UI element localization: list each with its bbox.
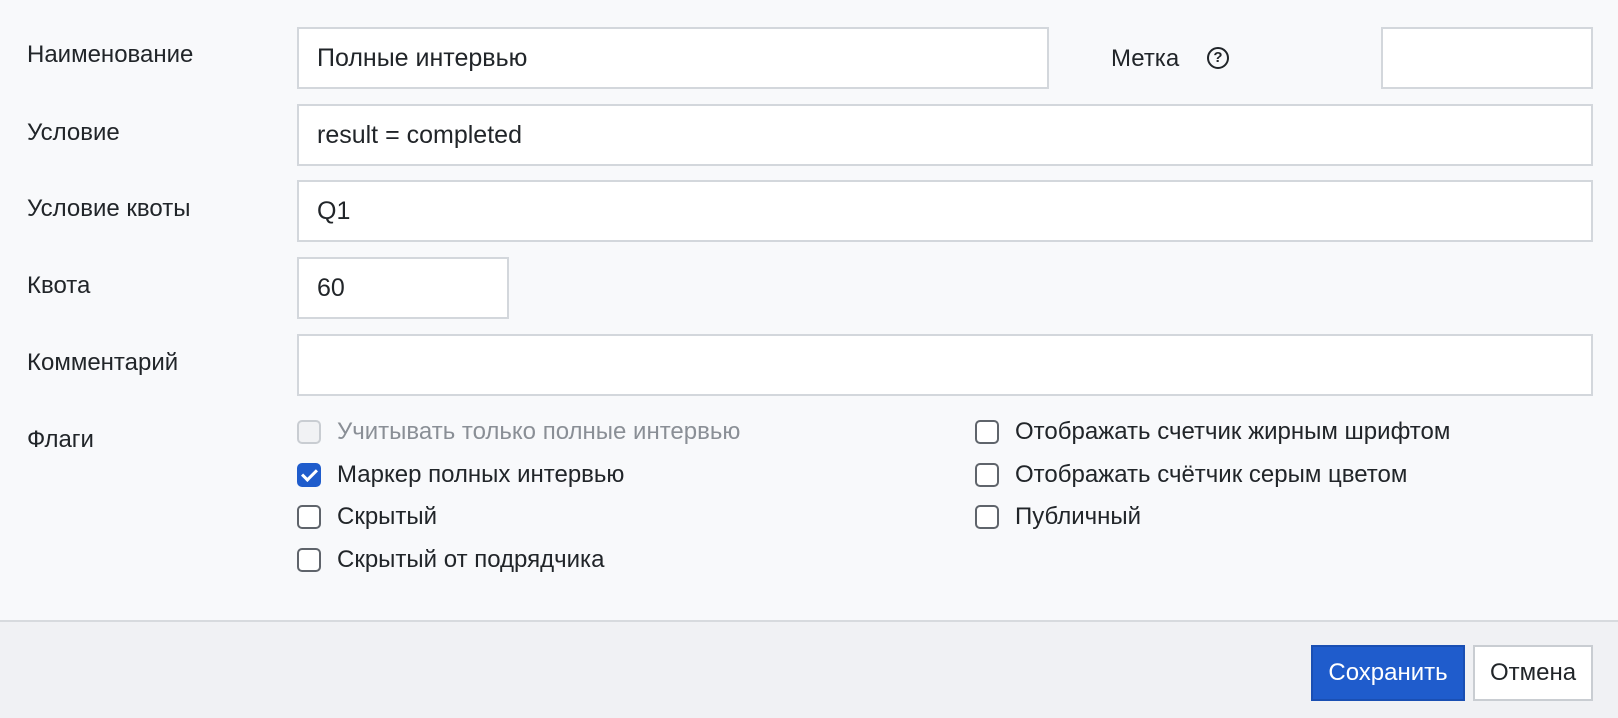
flag-hidden-from-contractor[interactable]: Скрытый от подрядчика <box>297 543 604 577</box>
flag-label[interactable]: Скрытый <box>337 502 437 532</box>
name-label: Наименование <box>27 41 194 68</box>
flag-count-complete-only: Учитывать только полные интервью <box>297 415 740 449</box>
flag-complete-marker[interactable]: Маркер полных интервью <box>297 458 624 492</box>
flag-checkbox[interactable] <box>975 420 999 444</box>
quota-form: Наименование Метка ? Условие Условие кво… <box>0 0 1618 620</box>
flag-checkbox[interactable] <box>297 548 321 572</box>
name-input[interactable] <box>297 27 1049 89</box>
condition-label: Условие <box>27 119 120 146</box>
flag-hidden[interactable]: Скрытый <box>297 500 437 534</box>
dialog-footer: Сохранить Отмена <box>0 620 1618 718</box>
flag-bold-counter[interactable]: Отображать счетчик жирным шрифтом <box>975 415 1450 449</box>
quota-condition-input[interactable] <box>297 180 1593 242</box>
flag-checkbox[interactable] <box>297 505 321 529</box>
flag-label[interactable]: Маркер полных интервью <box>337 460 624 490</box>
tag-input[interactable] <box>1381 27 1593 89</box>
quota-input[interactable] <box>297 257 509 319</box>
flags-label: Флаги <box>27 426 94 453</box>
flag-gray-counter[interactable]: Отображать счётчик серым цветом <box>975 458 1407 492</box>
flag-label: Учитывать только полные интервью <box>337 418 741 445</box>
question-circle-icon[interactable]: ? <box>1207 47 1229 69</box>
flag-label[interactable]: Публичный <box>1015 502 1141 532</box>
flag-checkbox <box>297 420 321 444</box>
flag-checkbox[interactable] <box>975 505 999 529</box>
comment-label: Комментарий <box>27 349 179 376</box>
comment-input[interactable] <box>297 334 1593 396</box>
save-button[interactable]: Сохранить <box>1311 645 1465 701</box>
flag-label[interactable]: Отображать счётчик серым цветом <box>1015 460 1407 490</box>
quota-condition-label: Условие квоты <box>27 195 191 222</box>
cancel-button[interactable]: Отмена <box>1473 645 1593 701</box>
condition-input[interactable] <box>297 104 1593 166</box>
flag-label[interactable]: Отображать счетчик жирным шрифтом <box>1015 417 1450 447</box>
flag-checkbox[interactable] <box>297 463 321 487</box>
flag-public[interactable]: Публичный <box>975 500 1141 534</box>
quota-label: Квота <box>27 272 91 299</box>
tag-label: Метка <box>1111 45 1180 72</box>
flag-checkbox[interactable] <box>975 463 999 487</box>
flag-label[interactable]: Скрытый от подрядчика <box>337 545 604 575</box>
